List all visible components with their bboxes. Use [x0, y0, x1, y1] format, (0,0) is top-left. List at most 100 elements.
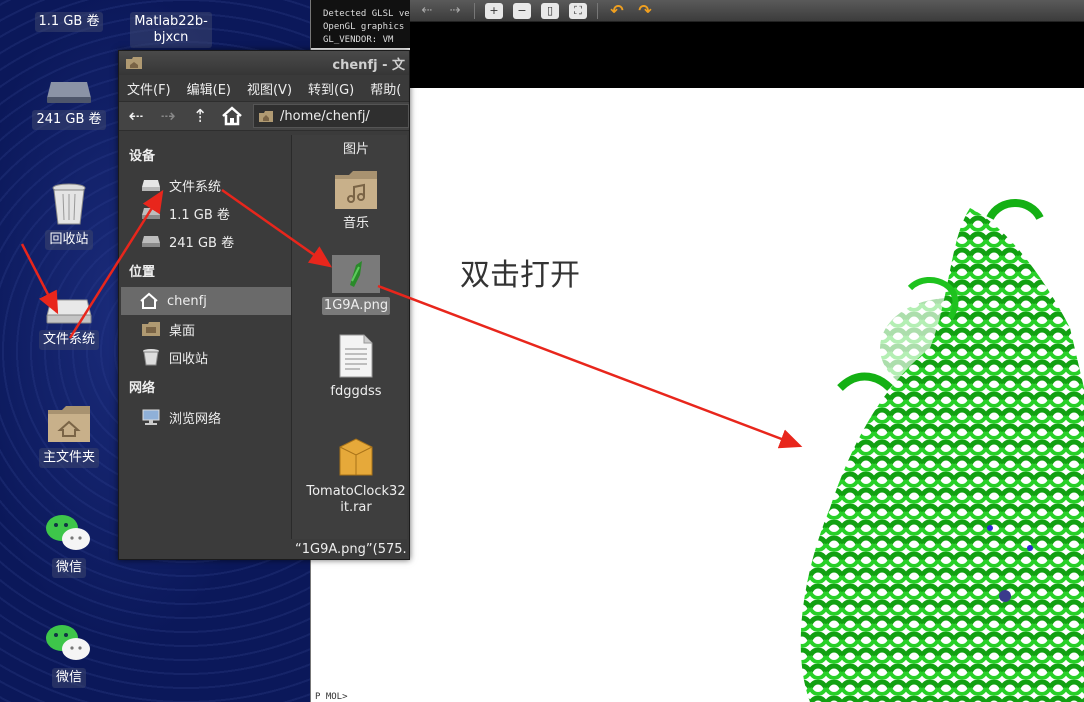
- rotate-left-icon[interactable]: ↶: [608, 1, 626, 20]
- desktop-icon-label: 文件系统: [38, 330, 99, 350]
- sidebar-header-network: 网络: [129, 381, 156, 396]
- forward-arrow-icon[interactable]: ⇢: [446, 3, 464, 19]
- sidebar: 设备 文件系统 1.1 GB 卷 241 GB 卷 位置 chenfj 桌面 回…: [119, 133, 291, 559]
- file-label: 图片: [342, 142, 369, 157]
- toolbar-separator: [474, 2, 475, 19]
- sidebar-item-label: 1.1 GB 卷: [169, 207, 230, 223]
- status-bar: “1G9A.png”(575.: [295, 542, 407, 557]
- network-icon: [142, 409, 160, 425]
- back-arrow-icon[interactable]: ⇠: [418, 3, 436, 19]
- desktop-icon-wechat[interactable]: 微信: [24, 622, 114, 688]
- rotate-right-icon[interactable]: ↷: [636, 1, 654, 20]
- sidebar-item-label: 桌面: [169, 323, 196, 339]
- image-viewer-window[interactable]: ⇠ ⇢ + − ▯ ⛶ ↶ ↷ 双击打开: [410, 0, 1084, 702]
- menu-view[interactable]: 视图(V): [247, 79, 292, 98]
- viewer-header-band: [410, 22, 1084, 88]
- music-folder-icon: [335, 171, 377, 209]
- sidebar-item-trash[interactable]: 回收站: [119, 343, 291, 371]
- file-manager-body: 设备 文件系统 1.1 GB 卷 241 GB 卷 位置 chenfj 桌面 回…: [119, 133, 409, 559]
- image-file-icon: [332, 255, 380, 293]
- viewer-canvas: 双击打开: [410, 88, 1084, 702]
- sidebar-item-label: 文件系统: [169, 179, 222, 195]
- wechat-icon: [46, 515, 90, 550]
- zoom-in-icon[interactable]: +: [485, 2, 503, 19]
- forward-icon[interactable]: ⇢: [157, 106, 179, 127]
- protein-structure-image: [800, 199, 1084, 702]
- text-file-icon: [339, 334, 373, 378]
- home-icon[interactable]: [221, 106, 243, 126]
- file-label: 音乐: [342, 216, 369, 231]
- window-title: chenfj - 文: [332, 57, 405, 73]
- viewer-toolbar: ⇠ ⇢ + − ▯ ⛶ ↶ ↷: [410, 0, 1084, 22]
- desktop-icon-volume-1[interactable]: 1.1 GB 卷: [24, 8, 114, 32]
- terminal-output: Detected GLSL ve OpenGL graphics e GL_VE…: [311, 0, 410, 48]
- sidebar-item-filesystem[interactable]: 文件系统: [119, 171, 291, 199]
- menu-bar: 文件(F) 编辑(E) 视图(V) 转到(G) 帮助(: [119, 75, 409, 101]
- menu-edit[interactable]: 编辑(E): [187, 79, 231, 98]
- archive-icon: [339, 438, 373, 476]
- desktop-icon-trash[interactable]: 回收站: [24, 182, 114, 250]
- sidebar-header-places: 位置: [129, 265, 156, 280]
- file-label: fdggdss: [330, 384, 382, 399]
- desktop-icon-label: Matlab22b- bjxcn: [130, 12, 212, 48]
- home-icon: [140, 292, 158, 309]
- drive-icon: [47, 82, 91, 103]
- sidebar-item-volume-2[interactable]: 241 GB 卷: [119, 227, 291, 255]
- trash-icon: [143, 349, 159, 366]
- fullscreen-icon[interactable]: ⛶: [569, 2, 587, 19]
- desktop-icon-wechat[interactable]: 微信: [24, 512, 114, 578]
- file-label: 1G9A.png: [321, 297, 391, 315]
- drive-icon: [142, 180, 160, 191]
- desktop-icon-volume-2[interactable]: 241 GB 卷: [24, 76, 114, 130]
- sidebar-item-volume-1[interactable]: 1.1 GB 卷: [119, 199, 291, 227]
- file-item-pictures[interactable]: 图片: [300, 137, 409, 159]
- file-item-1g9a-png[interactable]: 1G9A.png: [300, 255, 409, 315]
- file-manager-window[interactable]: chenfj - 文 文件(F) 编辑(E) 视图(V) 转到(G) 帮助( ⇠…: [118, 50, 410, 560]
- desktop-icon-label: 241 GB 卷: [32, 110, 106, 130]
- file-item-music[interactable]: 音乐: [300, 167, 409, 233]
- desktop-icon-label: 主文件夹: [38, 448, 99, 468]
- drive-icon: [142, 208, 160, 219]
- drive-icon: [142, 236, 160, 247]
- desktop-icon-filesystem[interactable]: 文件系统: [24, 296, 114, 350]
- desktop-folder-icon: [142, 322, 160, 336]
- location-bar[interactable]: /home/chenfj/: [253, 104, 409, 128]
- file-label: TomatoClock32 it.rar: [306, 484, 406, 515]
- navigation-bar: ⇠ ⇢ ⇡ /home/chenfj/: [119, 101, 409, 131]
- menu-go[interactable]: 转到(G): [308, 79, 354, 98]
- desktop-icon-label: 微信: [51, 558, 86, 578]
- sidebar-item-desktop[interactable]: 桌面: [119, 315, 291, 343]
- sidebar-item-network[interactable]: 浏览网络: [119, 403, 291, 431]
- terminal-line: OpenGL graphics e: [323, 22, 410, 32]
- terminal-line: GL_VENDOR: VM: [323, 35, 394, 45]
- back-icon[interactable]: ⇠: [125, 106, 147, 127]
- home-folder-icon: [259, 110, 273, 122]
- up-icon[interactable]: ⇡: [189, 106, 211, 127]
- toolbar-separator: [597, 2, 598, 19]
- terminal-line: Detected GLSL ve: [323, 9, 410, 19]
- sidebar-header-devices: 设备: [129, 149, 156, 164]
- menu-file[interactable]: 文件(F): [127, 79, 171, 98]
- desktop-icon-label: 1.1 GB 卷: [34, 12, 104, 32]
- desktop-icon-label: 微信: [51, 668, 86, 688]
- sidebar-item-label: 241 GB 卷: [169, 235, 235, 251]
- zoom-out-icon[interactable]: −: [513, 2, 531, 19]
- trash-icon: [52, 183, 86, 225]
- sidebar-item-label: chenfj: [167, 293, 207, 309]
- terminal-prompt: P MOL>: [315, 692, 348, 702]
- sidebar-item-label: 回收站: [169, 351, 209, 367]
- file-item-tomatoclock-rar[interactable]: TomatoClock32 it.rar: [300, 435, 409, 517]
- sidebar-item-home[interactable]: chenfj: [121, 287, 291, 315]
- file-list: 图片 音乐 1G9A.png fdggdss TomatoClock32 it.…: [291, 135, 407, 539]
- desktop-icon-matlab[interactable]: Matlab22b- bjxcn: [126, 8, 216, 48]
- window-titlebar[interactable]: chenfj - 文: [119, 51, 409, 75]
- wechat-icon: [46, 625, 90, 660]
- fit-page-icon[interactable]: ▯: [541, 2, 559, 19]
- menu-help[interactable]: 帮助(: [370, 79, 401, 98]
- desktop-icon-home[interactable]: 主文件夹: [24, 402, 114, 468]
- file-item-fdggdss[interactable]: fdggdss: [300, 333, 409, 401]
- sidebar-item-label: 浏览网络: [169, 411, 222, 427]
- desktop-icon-label: 回收站: [45, 230, 93, 250]
- home-folder-icon: [48, 406, 90, 442]
- home-folder-icon: [126, 57, 142, 69]
